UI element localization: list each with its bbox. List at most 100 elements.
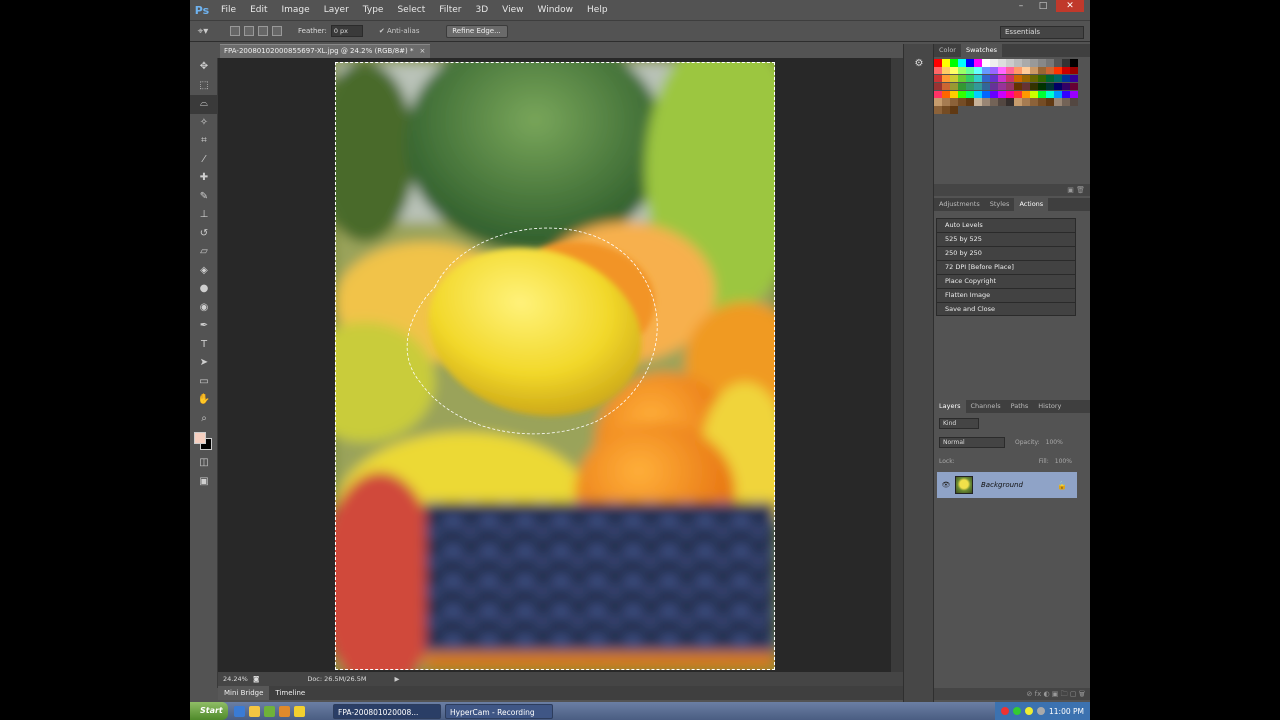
shape-tool-icon[interactable]: ▭ — [190, 373, 218, 392]
layer-kind-filter[interactable]: Kind — [939, 418, 979, 429]
swatch[interactable] — [998, 90, 1006, 99]
swatch[interactable] — [934, 82, 942, 91]
swatch[interactable] — [1006, 82, 1014, 91]
quick-mask-icon[interactable]: ◫ — [190, 454, 218, 473]
swatch[interactable] — [990, 66, 998, 75]
swatch[interactable] — [1038, 66, 1046, 75]
action-item[interactable]: 525 by 525 — [936, 232, 1076, 246]
swatch[interactable] — [1046, 90, 1054, 99]
swatch[interactable] — [942, 59, 950, 67]
color-picker[interactable] — [190, 428, 218, 454]
magic-wand-tool-icon[interactable]: ✧ — [190, 114, 218, 133]
eyedropper-tool-icon[interactable]: ⁄ — [190, 151, 218, 170]
tab-layers[interactable]: Layers — [934, 400, 966, 413]
swatch[interactable] — [950, 74, 958, 83]
menu-view[interactable]: View — [495, 0, 530, 20]
canvas-area[interactable] — [218, 58, 903, 672]
swatch[interactable] — [942, 106, 950, 114]
paint-bucket-tool-icon[interactable]: ◈ — [190, 262, 218, 281]
swatch[interactable] — [1006, 66, 1014, 75]
tab-adjustments[interactable]: Adjustments — [934, 198, 985, 211]
swatch[interactable] — [966, 90, 974, 99]
maximize-button[interactable]: □ — [1034, 0, 1052, 12]
swatch[interactable] — [958, 90, 966, 99]
layer-row-background[interactable]: 👁 Background 🔒 — [937, 472, 1077, 498]
swatch[interactable] — [942, 90, 950, 99]
swatch[interactable] — [1022, 82, 1030, 91]
swatch[interactable] — [1046, 66, 1054, 75]
swatch[interactable] — [1006, 74, 1014, 83]
polygonal-lasso-preset-icon[interactable]: ⌖▾ — [190, 26, 216, 37]
swatch[interactable] — [1030, 90, 1038, 99]
dodge-tool-icon[interactable]: ◉ — [190, 299, 218, 318]
new-selection-icon[interactable] — [230, 26, 240, 36]
swatch[interactable] — [982, 98, 990, 107]
swatch[interactable] — [1006, 59, 1014, 67]
eraser-tool-icon[interactable]: ▱ — [190, 243, 218, 262]
lasso-tool-icon[interactable]: ⌓ — [190, 95, 218, 114]
add-selection-icon[interactable] — [244, 26, 254, 36]
swatch[interactable] — [934, 59, 942, 67]
tray-icon-1[interactable] — [1001, 707, 1009, 715]
action-item[interactable]: Auto Levels — [936, 218, 1076, 232]
move-tool-icon[interactable]: ✥ — [190, 58, 218, 77]
workspace-select[interactable]: Essentials — [1000, 26, 1084, 39]
swatch[interactable] — [990, 90, 998, 99]
swatch[interactable] — [982, 82, 990, 91]
blend-mode-select[interactable]: Normal — [939, 437, 1005, 448]
menu-layer[interactable]: Layer — [317, 0, 356, 20]
swatch[interactable] — [1038, 98, 1046, 107]
swatch[interactable] — [1046, 74, 1054, 83]
desktop-icon[interactable] — [234, 705, 245, 717]
swatch[interactable] — [958, 82, 966, 91]
swatch[interactable] — [934, 90, 942, 99]
swatch[interactable] — [998, 98, 1006, 107]
history-panel-icon[interactable]: ⚙ — [904, 58, 934, 78]
tray-icon-2[interactable] — [1013, 707, 1021, 715]
tab-styles[interactable]: Styles — [985, 198, 1015, 211]
foreground-color-swatch[interactable] — [194, 432, 206, 444]
start-button[interactable]: Start — [190, 702, 228, 720]
swatch[interactable] — [966, 59, 974, 67]
swatch[interactable] — [966, 98, 974, 107]
swatch[interactable] — [942, 74, 950, 83]
screen-mode-icon[interactable]: ▣ — [190, 473, 218, 492]
tab-timeline[interactable]: Timeline — [269, 686, 311, 700]
swatch[interactable] — [1070, 66, 1078, 75]
taskbar-hypercam[interactable]: HyperCam - Recording — [445, 703, 553, 719]
swatch[interactable] — [974, 98, 982, 107]
subtract-selection-icon[interactable] — [258, 26, 268, 36]
swatch[interactable] — [1006, 90, 1014, 99]
menu-type[interactable]: Type — [356, 0, 391, 20]
swatch[interactable] — [934, 98, 942, 107]
swatch[interactable] — [1046, 59, 1054, 67]
swatch[interactable] — [942, 66, 950, 75]
swatch[interactable] — [1030, 98, 1038, 107]
swatch[interactable] — [950, 90, 958, 99]
menu-help[interactable]: Help — [580, 0, 615, 20]
tab-channels[interactable]: Channels — [966, 400, 1006, 413]
swatch[interactable] — [1014, 66, 1022, 75]
swatch[interactable] — [1054, 82, 1062, 91]
clone-stamp-tool-icon[interactable]: ⊥ — [190, 206, 218, 225]
close-button[interactable]: ✕ — [1056, 0, 1084, 12]
swatch[interactable] — [1014, 59, 1022, 67]
tab-paths[interactable]: Paths — [1006, 400, 1034, 413]
menu-select[interactable]: Select — [390, 0, 432, 20]
status-options-icon[interactable]: ◙ — [253, 675, 259, 683]
action-item[interactable]: 250 by 250 — [936, 246, 1076, 260]
swatch[interactable] — [1030, 66, 1038, 75]
marquee-tool-icon[interactable]: ⬚ — [190, 77, 218, 96]
swatch[interactable] — [1070, 90, 1078, 99]
swatch[interactable] — [1022, 66, 1030, 75]
swatch[interactable] — [958, 74, 966, 83]
menu-window[interactable]: Window — [531, 0, 581, 20]
swatch[interactable] — [1030, 74, 1038, 83]
swatch[interactable] — [974, 59, 982, 67]
swatch[interactable] — [966, 82, 974, 91]
brush-tool-icon[interactable]: ✎ — [190, 188, 218, 207]
swatch[interactable] — [1022, 59, 1030, 67]
swatch[interactable] — [950, 98, 958, 107]
swatch[interactable] — [1006, 98, 1014, 107]
swatch[interactable] — [1062, 59, 1070, 67]
